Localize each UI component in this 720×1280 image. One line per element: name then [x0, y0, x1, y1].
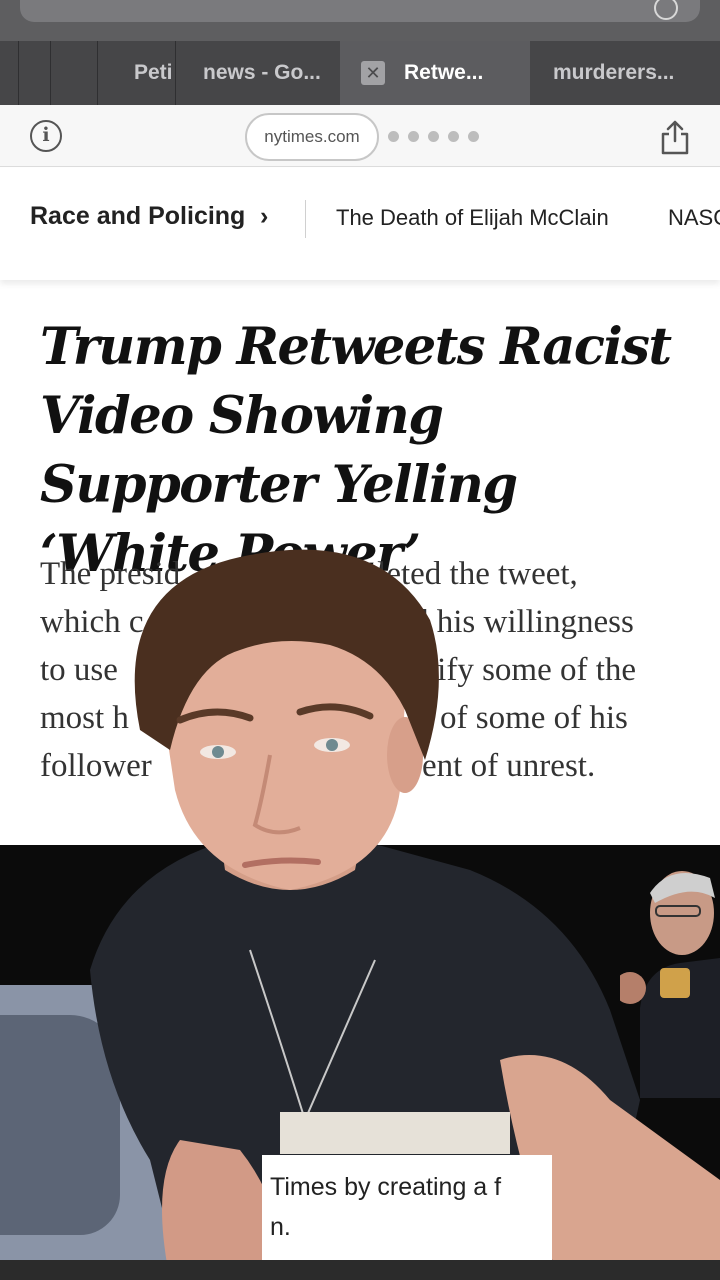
tab-label: Peti [134, 61, 173, 84]
close-icon[interactable]: ✕ [361, 61, 385, 85]
caption-box: Times by creating a f n. [262, 1155, 552, 1260]
nav-divider [305, 200, 306, 238]
tab-label: murderers... [553, 61, 675, 84]
nav-nasc[interactable]: NASC [668, 205, 720, 231]
dot [448, 131, 459, 142]
dot [468, 131, 479, 142]
info-icon[interactable]: i [30, 120, 62, 152]
share-icon[interactable] [658, 119, 692, 155]
dot [428, 131, 439, 142]
tab-news[interactable]: news - Go... [175, 41, 340, 105]
caption-line: Times by creating a f [270, 1173, 502, 1201]
url-bar-area [0, 0, 720, 42]
tab-label: news - Go... [203, 61, 321, 84]
page-toolbar: i nytimes.com [0, 105, 720, 167]
tab-label: Retwe... [404, 61, 484, 84]
caption-image-strip [280, 1112, 510, 1154]
domain-pill[interactable]: nytimes.com [245, 113, 379, 161]
page-dots[interactable] [388, 131, 479, 142]
chevron-right-icon[interactable]: › [260, 202, 268, 231]
tab-murderers[interactable]: murderers... [530, 41, 720, 105]
caption-line: n. [270, 1213, 291, 1241]
tab-peti[interactable]: Peti [100, 41, 174, 105]
tab-bar: Peti news - Go... ✕ Retwe... murderers..… [0, 41, 720, 105]
tab-sliver[interactable] [97, 41, 98, 105]
dot [388, 131, 399, 142]
tab-sliver[interactable] [50, 41, 51, 105]
url-field[interactable] [20, 0, 700, 22]
bottom-bar [0, 1260, 720, 1280]
dot [408, 131, 419, 142]
nav-race-and-policing[interactable]: Race and Policing [30, 202, 245, 231]
tab-retweets[interactable]: ✕ Retwe... [340, 41, 530, 105]
tab-sliver[interactable] [18, 41, 19, 105]
section-nav: Race and Policing › The Death of Elijah … [0, 168, 720, 280]
nav-death-of-elijah-mcclain[interactable]: The Death of Elijah McClain [336, 205, 609, 231]
